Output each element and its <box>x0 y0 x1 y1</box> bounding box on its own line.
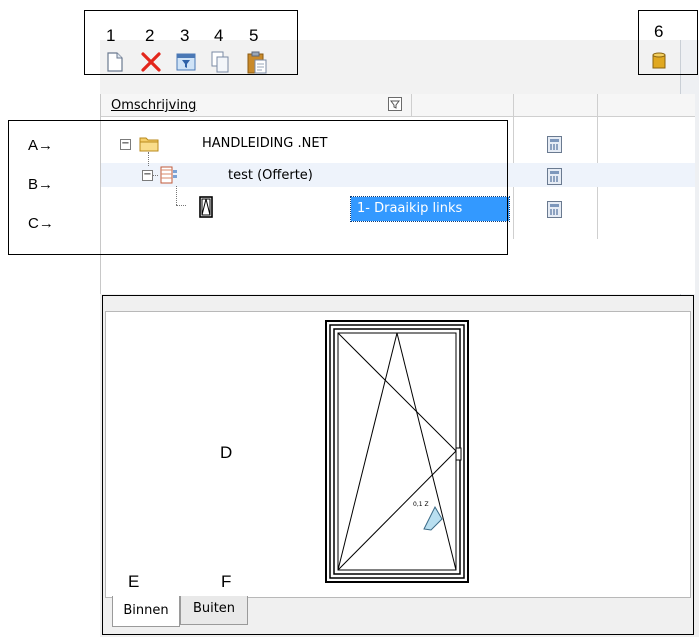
callout-letter-e: E <box>128 572 140 591</box>
column-separator <box>411 94 412 116</box>
callout-letter-b: B→ <box>28 176 54 193</box>
toolbar-callout-box <box>84 10 298 75</box>
column-header-omschrijving[interactable]: Omschrijving <box>111 98 196 113</box>
callout-number-6: 6 <box>654 22 664 41</box>
callout-number-2: 2 <box>145 26 155 45</box>
callout-letter-f: F <box>221 572 232 591</box>
calculator-icon[interactable] <box>547 168 562 185</box>
callout-letter-d: D <box>220 443 233 462</box>
callout-number-5: 5 <box>249 26 259 45</box>
grid-header: Omschrijving <box>101 94 695 117</box>
database-callout-box <box>638 10 698 75</box>
rows-callout-box <box>8 120 508 255</box>
callout-number-1: 1 <box>106 26 116 45</box>
callout-letter-a: A→ <box>28 137 54 154</box>
callout-letter-c: C→ <box>28 215 54 232</box>
callout-number-4: 4 <box>214 26 224 45</box>
calculator-icon[interactable] <box>547 201 562 218</box>
preview-callout-box <box>102 295 694 635</box>
callout-number-3: 3 <box>180 26 190 45</box>
column-filter-icon[interactable] <box>388 97 402 111</box>
calculator-icon[interactable] <box>547 136 562 153</box>
